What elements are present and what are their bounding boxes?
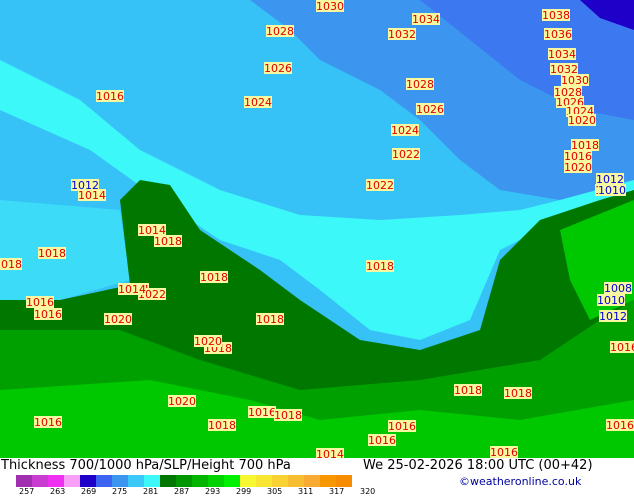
isobar-label: 1010: [597, 294, 625, 307]
legend-tick: 311: [298, 487, 314, 496]
legend-swatch: [144, 475, 160, 487]
isobar-label: 1020: [568, 114, 596, 127]
isobar-label: 1018: [154, 235, 182, 248]
isobar-label: 1028: [406, 78, 434, 91]
footer: Thickness 700/1000 hPa/SLP/Height 700 hP…: [0, 458, 634, 496]
map-title: Thickness 700/1000 hPa/SLP/Height 700 hP…: [1, 458, 291, 473]
isobar-label: 1024: [244, 96, 272, 109]
isobar-label: 1034: [412, 13, 440, 26]
legend-swatch: [320, 475, 336, 487]
isobar-label: 1038: [542, 9, 570, 22]
isobar-label: 1018: [256, 313, 284, 326]
isobar-label: 1016: [248, 406, 276, 419]
isobar-label: 1022: [392, 148, 420, 161]
legend-swatch: [128, 475, 144, 487]
legend-tick: 281: [143, 487, 159, 496]
legend-swatch: [208, 475, 224, 487]
isobar-label: 1036: [544, 28, 572, 41]
isobar-label: 1032: [388, 28, 416, 41]
isobar-label: 1018: [454, 384, 482, 397]
isobar-label: 1014: [78, 189, 106, 202]
isobar-label: 1026: [264, 62, 292, 75]
isobar-label: 1016: [34, 416, 62, 429]
legend-swatch: [256, 475, 272, 487]
isobar-label: 1016: [388, 420, 416, 433]
legend-tick: 269: [81, 487, 97, 496]
isobar-label: 1018: [208, 419, 236, 432]
isobar-label: 1020: [168, 395, 196, 408]
isobar-label: 1022: [366, 179, 394, 192]
isobar-label: 1034: [548, 48, 576, 61]
legend-swatch: [240, 475, 256, 487]
isobar-label: 1016: [368, 434, 396, 447]
isobar-label: 1028: [266, 25, 294, 38]
isobar-label: 1020: [194, 335, 222, 348]
legend-swatch: [80, 475, 96, 487]
legend-swatch: [192, 475, 208, 487]
isobar-label: 1010: [598, 184, 626, 197]
legend-swatch: [336, 475, 352, 487]
isobar-label: 1030: [316, 0, 344, 13]
isobar-label: 1018: [274, 409, 302, 422]
legend-swatch: [272, 475, 288, 487]
isobar-label: 1018: [366, 260, 394, 273]
isobar-label: 1014: [118, 283, 146, 296]
legend-tick: 275: [112, 487, 128, 496]
color-legend: [16, 475, 352, 487]
legend-swatch: [32, 475, 48, 487]
legend-tick: 293: [205, 487, 221, 496]
isobar-label: 1016: [34, 308, 62, 321]
legend-tick: 317: [329, 487, 345, 496]
credit-link[interactable]: ©weatheronline.co.uk: [459, 475, 581, 488]
isobar-label: 1016: [490, 446, 518, 458]
legend-swatch: [64, 475, 80, 487]
isobar-label: 1018: [38, 247, 66, 260]
isobar-label: 1024: [391, 124, 419, 137]
map-datetime: We 25-02-2026 18:00 UTC (00+42): [363, 458, 593, 473]
legend-tick: 305: [267, 487, 283, 496]
legend-swatch: [96, 475, 112, 487]
legend-swatch: [304, 475, 320, 487]
isobar-label: 1018: [200, 271, 228, 284]
weather-map: 10301034 10381028 1032 10361026103410321016…: [0, 0, 634, 458]
isobar-label: 1026: [416, 103, 444, 116]
legend-swatch: [112, 475, 128, 487]
isobar-label: 1018: [504, 387, 532, 400]
isobar-label: 1020: [564, 161, 592, 174]
isobar-label: 1018: [0, 258, 22, 271]
legend-swatch: [224, 475, 240, 487]
isobar-label: 1016: [96, 90, 124, 103]
legend-tick: 287: [174, 487, 190, 496]
isobar-label: 1014: [316, 448, 344, 458]
legend-tick: 299: [236, 487, 252, 496]
legend-swatch: [48, 475, 64, 487]
legend-swatch: [288, 475, 304, 487]
legend-swatch: [16, 475, 32, 487]
legend-swatch: [160, 475, 176, 487]
legend-ticks: 257 263 269 275 281 287 293 299 305 311 317 320: [19, 487, 380, 496]
legend-swatch: [176, 475, 192, 487]
legend-tick: 320: [360, 487, 376, 496]
legend-tick: 263: [50, 487, 66, 496]
legend-tick: 257: [19, 487, 35, 496]
isobar-label: 1016: [606, 419, 634, 432]
isobar-label: 1020: [104, 313, 132, 326]
isobar-label: 1016: [610, 341, 634, 354]
isobar-label: 1012: [599, 310, 627, 323]
